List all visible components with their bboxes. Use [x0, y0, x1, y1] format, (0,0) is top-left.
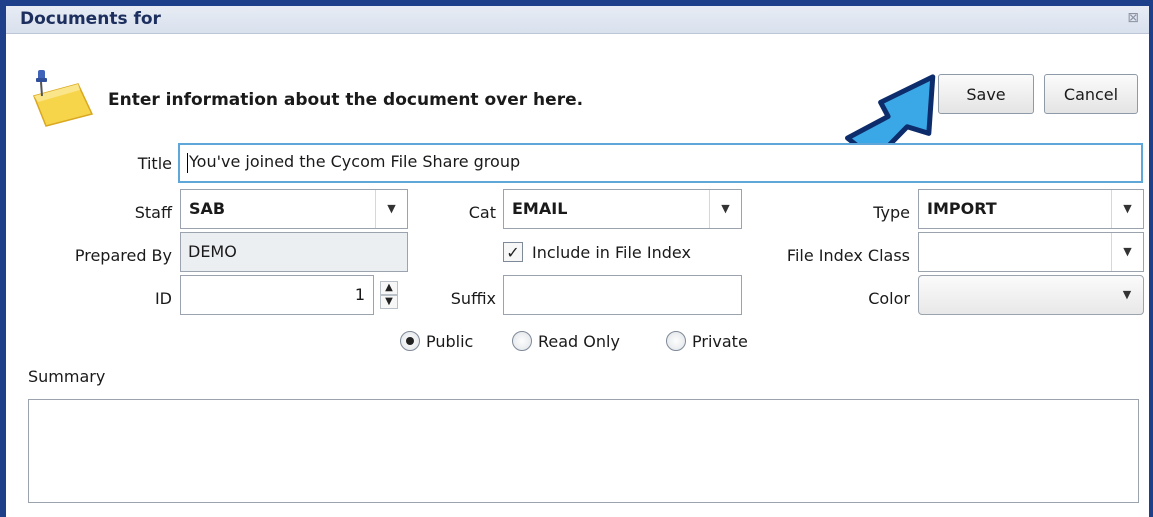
pushpin-note-icon: [32, 70, 94, 127]
close-icon[interactable]: ⊠: [1127, 10, 1139, 26]
file-index-class-label: File Index Class: [786, 246, 910, 265]
documents-dialog: Documents for ⊠ Enter information about …: [0, 0, 1153, 517]
prepared-by-field: DEMO: [180, 232, 408, 272]
summary-label: Summary: [28, 367, 106, 386]
chevron-down-icon[interactable]: ▼: [709, 190, 741, 228]
cat-value: EMAIL: [512, 199, 568, 218]
cat-dropdown[interactable]: EMAIL ▼: [503, 189, 742, 229]
text-caret: [187, 152, 188, 173]
public-label: Public: [426, 332, 474, 351]
read-only-label: Read Only: [538, 332, 620, 351]
title-bar: Documents for ⊠: [6, 6, 1149, 34]
type-dropdown[interactable]: IMPORT ▼: [918, 189, 1144, 229]
include-index-label: Include in File Index: [532, 243, 691, 262]
public-radio[interactable]: [400, 331, 420, 351]
title-field[interactable]: You've joined the Cycom File Share group: [178, 143, 1143, 183]
private-label: Private: [692, 332, 748, 351]
color-dropdown[interactable]: ▼: [918, 275, 1144, 315]
chevron-down-icon[interactable]: ▼: [1111, 190, 1143, 228]
staff-label: Staff: [134, 203, 172, 222]
file-index-class-dropdown[interactable]: ▼: [918, 232, 1144, 272]
cancel-button[interactable]: Cancel: [1044, 74, 1138, 114]
staff-dropdown[interactable]: SAB ▼: [180, 189, 408, 229]
suffix-label: Suffix: [450, 289, 496, 308]
chevron-down-icon[interactable]: ▼: [375, 190, 407, 228]
stepper-up-icon[interactable]: ▲: [380, 281, 398, 295]
stepper-down-icon[interactable]: ▼: [380, 295, 398, 309]
type-label: Type: [873, 203, 910, 222]
save-button[interactable]: Save: [938, 74, 1034, 114]
read-only-radio[interactable]: [512, 331, 532, 351]
id-field[interactable]: 1: [180, 275, 374, 315]
id-label: ID: [154, 289, 172, 308]
chevron-down-icon[interactable]: ▼: [1111, 276, 1143, 314]
private-radio[interactable]: [666, 331, 686, 351]
header-instructions: Enter information about the document ove…: [108, 90, 584, 110]
window-title: Documents for: [20, 9, 161, 29]
type-value: IMPORT: [927, 199, 997, 218]
chevron-down-icon[interactable]: ▼: [1111, 233, 1143, 271]
color-label: Color: [868, 289, 910, 308]
staff-value: SAB: [189, 199, 226, 218]
title-value: You've joined the Cycom File Share group: [189, 152, 521, 171]
cat-label: Cat: [468, 203, 496, 222]
title-label: Title: [137, 154, 172, 173]
id-stepper[interactable]: ▲ ▼: [378, 275, 400, 315]
summary-textarea[interactable]: [28, 399, 1139, 503]
suffix-field[interactable]: [503, 275, 742, 315]
include-index-checkbox[interactable]: ✓: [503, 242, 523, 262]
prepared-by-label: Prepared By: [74, 246, 172, 265]
